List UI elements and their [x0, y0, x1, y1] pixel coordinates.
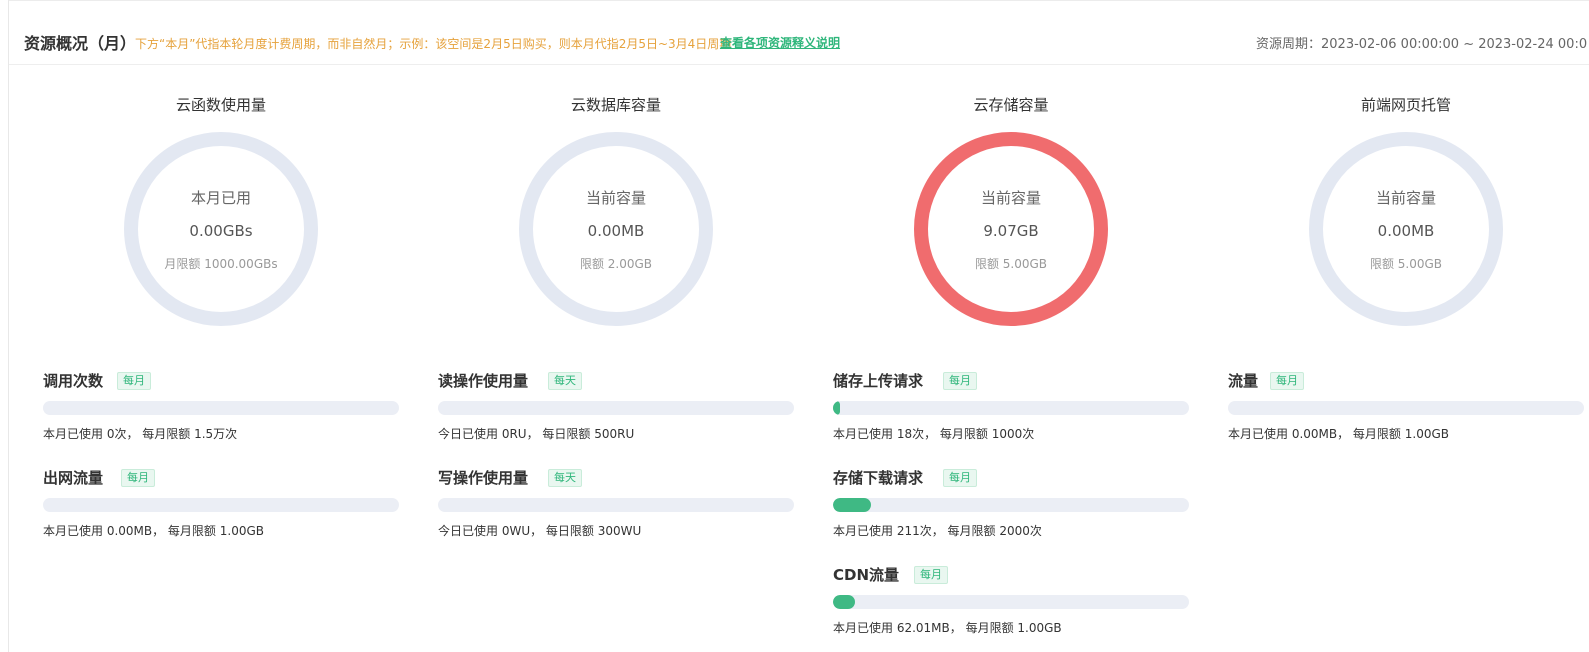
metric-name: 写操作使用量 — [438, 469, 529, 487]
period-badge: 每月 — [914, 566, 948, 584]
ring-label: 当前容量 — [585, 189, 646, 207]
progress-bar — [833, 498, 1189, 512]
left-border — [8, 0, 9, 652]
billing-notice: 下方“本月”代指本轮月度计费周期，而非自然月；示例：该空间是2月5日购买，则本月… — [135, 37, 732, 51]
progress-bar — [438, 401, 794, 415]
period-badge: 每月 — [121, 469, 155, 487]
ring-limit: 限额 5.00GB — [1369, 257, 1443, 271]
metric-write-ops: 写操作使用量 每天 今日已使用 0WU， 每日限额 300WU — [438, 467, 794, 547]
usage-ring: 当前容量 9.07GB 限额 5.00GB — [913, 131, 1109, 327]
progress-bar — [43, 498, 399, 512]
period-badge: 每天 — [548, 469, 582, 487]
progress-bar — [833, 401, 1189, 415]
metric-name: 储存上传请求 — [833, 372, 924, 390]
progress-bar — [833, 595, 1189, 609]
ring-value: 0.00MB — [587, 222, 645, 240]
column-title: 云函数使用量 — [175, 96, 266, 114]
ring-value: 0.00GBs — [189, 222, 253, 240]
metric-name: 流量 — [1228, 372, 1259, 390]
period-badge: 每月 — [943, 469, 977, 487]
metric-name: 读操作使用量 — [438, 372, 529, 390]
metric-egress-traffic: 出网流量 每月 本月已使用 0.00MB， 每月限额 1.00GB — [43, 467, 399, 547]
period-badge: 每月 — [1270, 372, 1304, 390]
period-badge: 每月 — [943, 372, 977, 390]
progress-fill — [833, 401, 840, 415]
metric-hosting-traffic: 流量 每月 本月已使用 0.00MB， 每月限额 1.00GB — [1228, 370, 1584, 450]
progress-bar — [43, 401, 399, 415]
progress-bar — [1228, 401, 1584, 415]
period-badge: 每天 — [548, 372, 582, 390]
metric-download-requests: 存储下载请求 每月 本月已使用 211次， 每月限额 2000次 — [833, 467, 1189, 547]
metric-name: 调用次数 — [43, 372, 104, 390]
ring-label: 当前容量 — [1375, 189, 1436, 207]
column-title: 云数据库容量 — [570, 96, 661, 114]
usage-ring: 当前容量 0.00MB 限额 2.00GB — [518, 131, 714, 327]
usage-ring: 本月已用 0.00GBs 月限额 1000.00GBs — [123, 131, 319, 327]
ring-label: 本月已用 — [190, 189, 251, 207]
resource-explain-link[interactable]: 查看各项资源释义说明 — [720, 34, 840, 51]
column-title: 前端网页托管 — [1360, 96, 1451, 114]
progress-fill — [833, 498, 871, 512]
ring-value: 0.00MB — [1377, 222, 1435, 240]
metric-name: 存储下载请求 — [833, 469, 924, 487]
ring-value: 9.07GB — [983, 222, 1039, 240]
metric-invocations: 调用次数 每月 本月已使用 0次， 每月限额 1.5万次 — [43, 370, 399, 450]
metric-desc: 本月已使用 62.01MB， 每月限额 1.00GB — [833, 621, 1062, 635]
ring-limit: 月限额 1000.00GBs — [164, 257, 278, 271]
usage-ring: 当前容量 0.00MB 限额 5.00GB — [1308, 131, 1504, 327]
metric-name: 出网流量 — [43, 469, 104, 487]
metric-desc: 本月已使用 18次， 每月限额 1000次 — [833, 427, 1035, 441]
metric-desc: 本月已使用 0次， 每月限额 1.5万次 — [43, 427, 238, 441]
progress-bar — [438, 498, 794, 512]
metric-desc: 本月已使用 0.00MB， 每月限额 1.00GB — [43, 524, 264, 538]
metric-desc: 本月已使用 211次， 每月限额 2000次 — [833, 524, 1042, 538]
overview-header: 资源概况（月） 下方“本月”代指本轮月度计费周期，而非自然月；示例：该空间是2月… — [9, 1, 1589, 65]
metric-desc: 本月已使用 0.00MB， 每月限额 1.00GB — [1228, 427, 1449, 441]
progress-fill — [833, 595, 855, 609]
page-title: 资源概况（月） — [24, 34, 137, 53]
metric-upload-requests: 储存上传请求 每月 本月已使用 18次， 每月限额 1000次 — [833, 370, 1189, 450]
metric-desc: 今日已使用 0RU， 每日限额 500RU — [438, 427, 635, 441]
metric-cdn-traffic: CDN流量 每月 本月已使用 62.01MB， 每月限额 1.00GB — [833, 564, 1189, 644]
column-title: 云存储容量 — [973, 96, 1049, 114]
metric-desc: 今日已使用 0WU， 每日限额 300WU — [438, 524, 642, 538]
ring-limit: 限额 2.00GB — [579, 257, 653, 271]
period-badge: 每月 — [117, 372, 151, 390]
ring-limit: 限额 5.00GB — [974, 257, 1048, 271]
metric-name: CDN流量 — [833, 566, 900, 584]
resource-period: 资源周期：2023-02-06 00:00:00 ~ 2023-02-24 00… — [1256, 37, 1588, 52]
ring-label: 当前容量 — [980, 189, 1041, 207]
metric-read-ops: 读操作使用量 每天 今日已使用 0RU， 每日限额 500RU — [438, 370, 794, 450]
